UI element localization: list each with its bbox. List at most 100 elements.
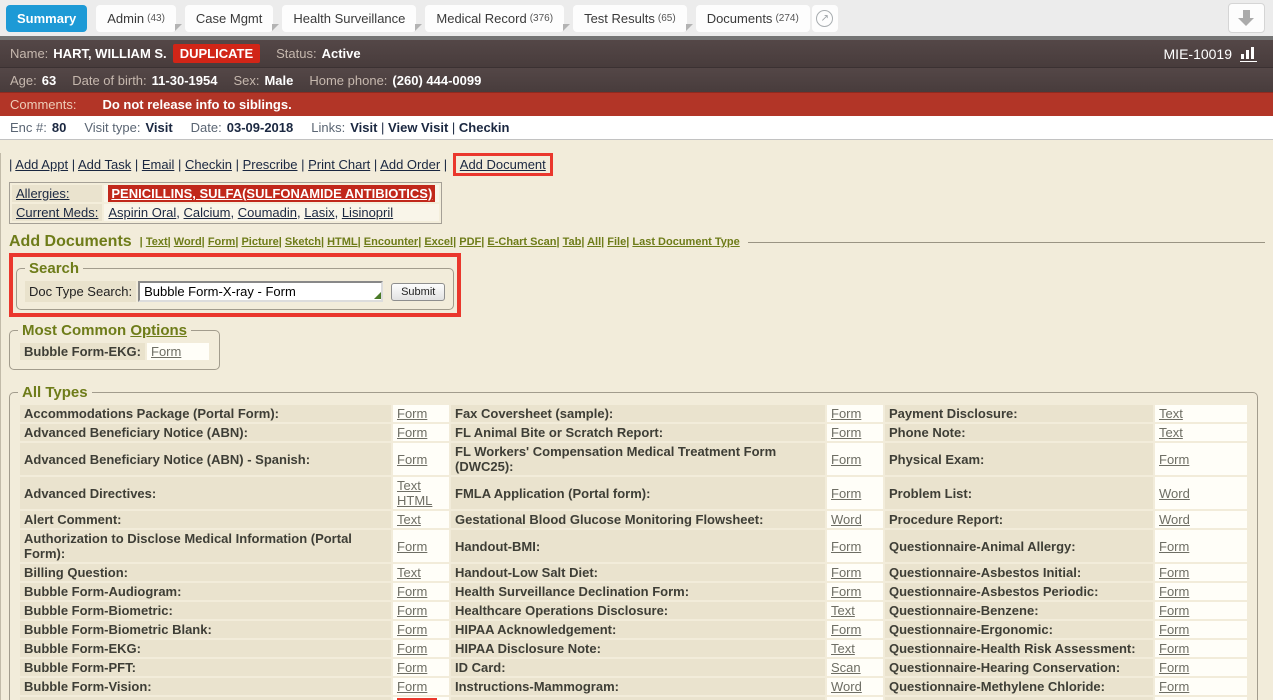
doc-link[interactable]: Form [397,679,427,694]
visit-link[interactable]: Visit [350,120,388,135]
doc-link[interactable]: Form [1159,622,1189,637]
doc-link[interactable]: Form [1159,603,1189,618]
tab-test-results[interactable]: Test Results(65) [573,5,687,32]
doc-link[interactable]: Form [1159,452,1189,467]
doc-link[interactable]: Form [397,425,427,440]
duplicate-badge[interactable]: DUPLICATE [173,44,260,63]
doc-link[interactable]: HTML [397,493,432,508]
doc-type-label: Alert Comment: [20,511,391,528]
doc-type-link-cell: Text [827,602,883,619]
doc-link[interactable]: Form [831,539,861,554]
filter-all-link[interactable]: All [587,236,601,248]
filter-pdf-link[interactable]: PDF [459,236,481,248]
doc-type-link-cell: Form [393,443,449,475]
doc-link[interactable]: Text [397,565,421,580]
doc-link[interactable]: Word [1159,512,1190,527]
tab-summary[interactable]: Summary [6,5,87,32]
popout-button[interactable]: ↗ [812,5,838,32]
doc-link[interactable]: Form [397,452,427,467]
add-order-link[interactable]: Add Order [380,157,440,172]
add-appt-link[interactable]: Add Appt [15,157,68,172]
filter-text-link[interactable]: Text [146,236,168,248]
filter-html-link[interactable]: HTML [327,236,358,248]
submit-button[interactable]: Submit [391,283,445,301]
download-button[interactable] [1228,3,1265,33]
med-link[interactable]: Aspirin Oral [108,205,176,220]
table-row: Billing Question: Text Handout-Low Salt … [20,564,1247,581]
doc-link[interactable]: Form [1159,584,1189,599]
add-document-link[interactable]: Add Document [460,157,546,172]
filter-echart-scan-link[interactable]: E-Chart Scan [487,236,556,248]
allergy-alert-badge[interactable]: PENICILLINS, SULFA(SULFONAMIDE ANTIBIOTI… [108,185,435,202]
doc-link[interactable]: Word [831,679,862,694]
filter-tab-link[interactable]: Tab [563,236,582,248]
doc-link[interactable]: Form [397,641,427,656]
email-link[interactable]: Email [142,157,175,172]
doc-link[interactable]: Form [1159,641,1189,656]
doc-link[interactable]: Form [831,584,861,599]
doc-link[interactable]: Form [151,344,181,359]
doc-link[interactable]: Form [397,539,427,554]
tab-medical-record[interactable]: Medical Record(376) [425,5,564,32]
doc-type-label: Questionnaire-Ergonomic: [885,621,1153,638]
doc-link[interactable]: Form [1159,679,1189,694]
table-row: Bubble Form-Audiogram: Form Health Surve… [20,583,1247,600]
doc-link[interactable]: Form [397,660,427,675]
doc-link[interactable]: Text [1159,406,1183,421]
doc-link[interactable]: Word [831,512,862,527]
prescribe-link[interactable]: Prescribe [243,157,298,172]
doc-link[interactable]: Form [831,565,861,580]
doc-type-filter: Form [202,236,236,248]
doc-link[interactable]: Text [397,478,421,493]
checkin-link[interactable]: Checkin [459,120,510,135]
doc-link[interactable]: Form [397,584,427,599]
age-value: 63 [42,73,56,88]
allergies-link[interactable]: Allergies: [16,186,69,201]
doc-type-label: Advanced Beneficiary Notice (ABN): [20,424,391,441]
filter-encounter-link[interactable]: Encounter [364,236,418,248]
tab-documents[interactable]: Documents(274) [696,5,810,32]
filter-sketch-link[interactable]: Sketch [285,236,321,248]
med-link[interactable]: Calcium [184,205,231,220]
add-task-link[interactable]: Add Task [78,157,131,172]
tab-health-surveillance[interactable]: Health Surveillance [282,5,416,32]
med-link[interactable]: Lisinopril [342,205,393,220]
filter-form-link[interactable]: Form [208,236,236,248]
filter-excel-link[interactable]: Excel [424,236,453,248]
doc-link[interactable]: Form [831,452,861,467]
filter-last-document-type-link[interactable]: Last Document Type [632,236,739,248]
doc-type-label: Bubble Form-EKG: [20,640,391,657]
doc-type-search-input[interactable] [138,281,383,302]
doc-link[interactable]: Form [831,622,861,637]
filter-file-link[interactable]: File [607,236,626,248]
doc-link[interactable]: Text [831,641,855,656]
doc-link[interactable]: Text [397,512,421,527]
doc-link[interactable]: Form [831,425,861,440]
tab-case-mgmt[interactable]: Case Mgmt [185,5,273,32]
filter-picture-link[interactable]: Picture [241,236,278,248]
med-link[interactable]: Lasix [304,205,334,220]
checkin-action-link[interactable]: Checkin [185,157,232,172]
doc-link[interactable]: Form [397,406,427,421]
doc-link[interactable]: Form [397,603,427,618]
doc-type-link-cell: Form [827,564,883,581]
doc-link[interactable]: Form [1159,565,1189,580]
med-link[interactable]: Coumadin [238,205,297,220]
tab-admin[interactable]: Admin(43) [96,5,176,32]
doc-link[interactable]: Form [1159,660,1189,675]
doc-link[interactable]: Text [831,603,855,618]
doc-link[interactable]: Form [397,622,427,637]
chart-icon[interactable] [1240,46,1257,62]
doc-link[interactable]: Form [831,486,861,501]
options-link[interactable]: Options [130,322,187,339]
doc-link[interactable]: Scan [831,660,861,675]
print-chart-link[interactable]: Print Chart [308,157,370,172]
doc-link[interactable]: Text [1159,425,1183,440]
doc-link[interactable]: Form [1159,539,1189,554]
filter-word-link[interactable]: Word [174,236,202,248]
current-meds-link[interactable]: Current Meds: [16,205,98,220]
doc-type-link-cell: Word [827,511,883,528]
doc-link[interactable]: Form [831,406,861,421]
doc-link[interactable]: Word [1159,486,1190,501]
view-visit-link[interactable]: View Visit [388,120,459,135]
